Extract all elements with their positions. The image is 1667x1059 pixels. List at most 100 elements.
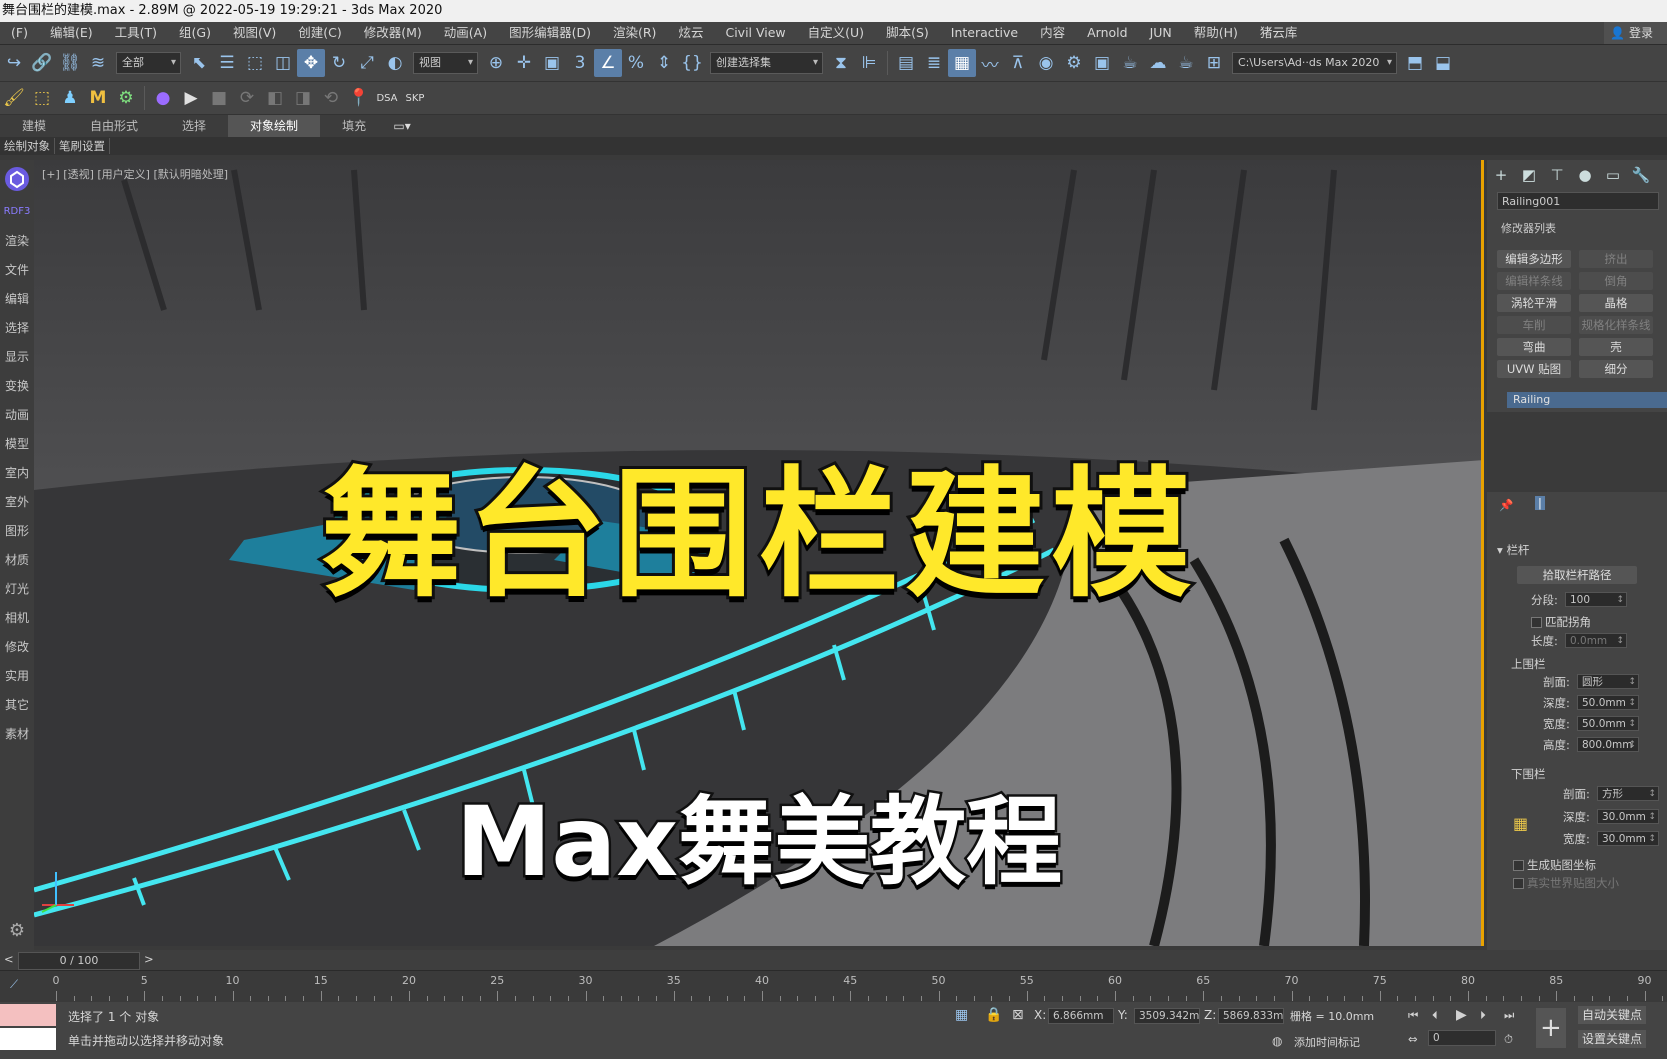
project-settings-icon[interactable]: ⬓	[1429, 49, 1457, 77]
viewport-label[interactable]: [+] [透视] [用户定义] [默认明暗处理]	[42, 166, 228, 182]
real-world-map-checkbox[interactable]	[1513, 878, 1524, 889]
percent-snap-icon[interactable]: %	[622, 49, 650, 77]
match-corners-checkbox[interactable]	[1531, 617, 1542, 628]
rect-selection-icon[interactable]: ⬚	[241, 49, 269, 77]
track-bar[interactable]: ⟋ 0 5 10 15 20 25 30 35 40 45 50 55 60 65 70 75 80 85 90	[0, 970, 1667, 1003]
menu-item-customize[interactable]: 自定义(U)	[797, 22, 875, 44]
leftbar-item-file[interactable]: 文件	[0, 261, 34, 278]
menu-item-arnold[interactable]: Arnold	[1076, 22, 1138, 44]
mod-btn-normalize-spline[interactable]: 规格化样条线	[1579, 316, 1653, 334]
perspective-viewport[interactable]: [+] [透视] [用户定义] [默认明暗处理] 舞台围栏建模 Max舞美教程	[34, 160, 1484, 946]
mod-btn-bevel[interactable]: 倒角	[1579, 272, 1653, 290]
edit-named-selection-icon[interactable]: {}	[678, 49, 706, 77]
z-coord-field[interactable]: 5869.833m	[1218, 1008, 1284, 1024]
scene-explorer-icon[interactable]: ▤	[892, 49, 920, 77]
angle-snap-icon[interactable]: ∠	[594, 49, 622, 77]
key-mode-icon[interactable]: ⇔	[1408, 1032, 1418, 1046]
mod-btn-subdivide[interactable]: 细分	[1579, 360, 1653, 378]
app-logo-icon[interactable]	[0, 166, 34, 195]
leftbar-item-model[interactable]: 模型	[0, 435, 34, 452]
rendered-frame-icon[interactable]: ▣	[1088, 49, 1116, 77]
render-window-icon[interactable]: ⊞	[1200, 49, 1228, 77]
dsa-icon[interactable]: DSA	[373, 84, 401, 112]
render-cloud-icon[interactable]: ☁	[1144, 49, 1172, 77]
character-icon[interactable]: ♟	[56, 84, 84, 112]
upper-depth-spinner[interactable]: 50.0mm	[1577, 695, 1639, 710]
menu-item-edit[interactable]: 编辑(E)	[39, 22, 104, 44]
menu-item-zhuyunku[interactable]: 猪云库	[1249, 22, 1309, 44]
render-iterative-icon[interactable]: ☕	[1172, 49, 1200, 77]
unlink-icon[interactable]: ⛓	[56, 49, 84, 77]
upper-profile-dropdown[interactable]: 圆形	[1577, 674, 1639, 689]
show-end-result-icon[interactable]: |	[1535, 496, 1545, 510]
rollout-railing-title[interactable]: ▾ 栏杆	[1497, 542, 1529, 558]
select-place-icon[interactable]: ◐	[381, 49, 409, 77]
prev-frame-icon[interactable]: ⏴	[1432, 1008, 1438, 1023]
layer-explorer-icon[interactable]: ≣	[920, 49, 948, 77]
x-coord-field[interactable]: 6.866mm	[1048, 1008, 1114, 1024]
display-tab-icon[interactable]: ▭	[1599, 161, 1627, 189]
login-button[interactable]: 👤 登录	[1604, 22, 1667, 44]
leftbar-item-interior[interactable]: 室内	[0, 464, 34, 481]
brush-icon[interactable]: 🖌	[0, 84, 28, 112]
leftbar-item-rdf3[interactable]: RDF3	[0, 206, 34, 217]
menu-item-file[interactable]: (F)	[0, 22, 39, 44]
select-region-icon[interactable]: ⬚	[28, 84, 56, 112]
set-key-button[interactable]: 设置关键点	[1578, 1030, 1647, 1048]
add-time-tag[interactable]: 添加时间标记	[1294, 1034, 1360, 1050]
align-icon[interactable]: ⊫	[855, 49, 883, 77]
window-crossing-icon[interactable]: ◫	[269, 49, 297, 77]
menu-item-create[interactable]: 创建(C)	[287, 22, 352, 44]
lower-depth-spinner[interactable]: 30.0mm	[1597, 809, 1659, 824]
time-prev-icon[interactable]: <	[4, 952, 14, 966]
modify-tab-icon[interactable]: ◩	[1515, 161, 1543, 189]
current-frame-field[interactable]: 0	[1428, 1030, 1496, 1046]
absolute-transform-icon[interactable]: ⊠	[1012, 1007, 1024, 1023]
project-path-dropdown[interactable]: C:\Users\Ad··ds Max 2020	[1232, 52, 1397, 74]
select-object-icon[interactable]: ⬉	[185, 49, 213, 77]
camera2-icon[interactable]: ◨	[289, 84, 317, 112]
object-name-field[interactable]: Railing001	[1497, 192, 1659, 210]
curve-editor-mini-icon[interactable]: ⟋	[10, 977, 18, 992]
mod-btn-shell[interactable]: 壳	[1579, 338, 1653, 356]
leftbar-item-display[interactable]: 显示	[0, 348, 34, 365]
pin-stack-icon[interactable]: 📌	[1499, 498, 1513, 512]
time-tag-icon[interactable]: ◍	[1272, 1034, 1282, 1048]
select-rotate-icon[interactable]: ↻	[325, 49, 353, 77]
menu-item-scripting[interactable]: 脚本(S)	[875, 22, 940, 44]
goto-end-icon[interactable]: ⏭	[1504, 1008, 1514, 1023]
menu-item-content[interactable]: 内容	[1029, 22, 1076, 44]
material-editor-icon[interactable]: ◉	[1032, 49, 1060, 77]
menu-item-jun[interactable]: JUN	[1139, 22, 1183, 44]
menu-item-interactive[interactable]: Interactive	[940, 22, 1029, 44]
leftbar-item-select[interactable]: 选择	[0, 319, 34, 336]
play-icon[interactable]: ▶	[177, 84, 205, 112]
upper-width-spinner[interactable]: 50.0mm	[1577, 716, 1639, 731]
next-frame-icon[interactable]: ⏵	[1480, 1008, 1486, 1023]
segments-spinner[interactable]: 100	[1565, 592, 1627, 607]
pick-railing-path-button[interactable]: 拾取栏杆路径	[1517, 566, 1637, 584]
camera-icon[interactable]: ◧	[261, 84, 289, 112]
spinner-snap-icon[interactable]: ⇕	[650, 49, 678, 77]
maxscript-input[interactable]	[0, 1028, 56, 1050]
leftbar-item-exterior[interactable]: 室外	[0, 493, 34, 510]
snap-toggle-icon[interactable]: 3	[566, 49, 594, 77]
modifier-list-dropdown[interactable]: 修改器列表	[1497, 220, 1659, 238]
skp-icon[interactable]: SKP	[401, 84, 429, 112]
mod-btn-extrude[interactable]: 挤出	[1579, 250, 1653, 268]
utilities-tab-icon[interactable]: 🔧	[1627, 161, 1655, 189]
leftbar-item-shapes[interactable]: 图形	[0, 522, 34, 539]
pivot-center-icon[interactable]: ⊕	[482, 49, 510, 77]
mod-btn-turbosmooth[interactable]: 涡轮平滑	[1497, 294, 1571, 312]
manipulate-icon[interactable]: ✛	[510, 49, 538, 77]
play-animation-icon[interactable]: ▶	[1456, 1007, 1467, 1023]
leftbar-item-camera[interactable]: 相机	[0, 609, 34, 626]
selection-filter-dropdown[interactable]: 全部	[116, 52, 181, 74]
leftbar-item-edit[interactable]: 编辑	[0, 290, 34, 307]
render-setup-icon[interactable]: ⚙	[1060, 49, 1088, 77]
isolate-selection-icon[interactable]: ▦	[955, 1007, 968, 1023]
settings-gear-icon[interactable]: ⚙	[112, 84, 140, 112]
modifier-stack-area[interactable]	[1487, 412, 1667, 492]
create-tab-icon[interactable]: +	[1487, 161, 1515, 189]
mod-btn-bend[interactable]: 弯曲	[1497, 338, 1571, 356]
